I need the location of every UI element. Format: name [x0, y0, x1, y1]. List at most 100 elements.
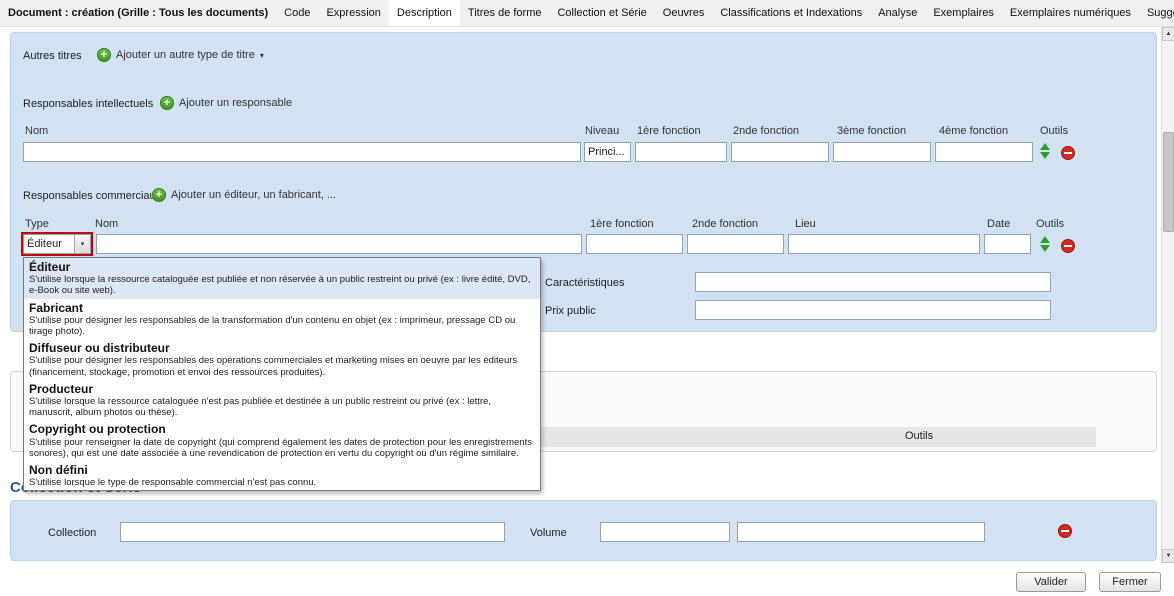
- tab-code[interactable]: Code: [276, 0, 318, 26]
- tab-titres-de-forme[interactable]: Titres de forme: [460, 0, 550, 26]
- add-responsable-label: Ajouter un responsable: [179, 97, 292, 109]
- tab-expression[interactable]: Expression: [318, 0, 388, 26]
- rc-lieu-input[interactable]: [788, 234, 980, 254]
- tab-collection-et-serie[interactable]: Collection et Série: [549, 0, 654, 26]
- dropdown-option-title: Producteur: [29, 383, 535, 396]
- add-editeur-label: Ajouter un éditeur, un fabricant, ...: [171, 189, 336, 201]
- rc-type-select[interactable]: Éditeur ▾: [23, 234, 91, 254]
- prix-public-input[interactable]: [695, 300, 1051, 320]
- dropdown-option-desc: S'utilise lorsque la ressource catalogué…: [29, 396, 535, 418]
- move-up-icon[interactable]: [1040, 143, 1050, 150]
- ri-col-header-nom: Nom: [25, 125, 48, 137]
- scrollbar-thumb[interactable]: [1163, 132, 1174, 232]
- tab-classifications[interactable]: Classifications et Indexations: [712, 0, 870, 26]
- outils-column-header: Outils: [905, 430, 933, 442]
- ri-2nde-fonction-input[interactable]: [731, 142, 829, 162]
- tab-analyse[interactable]: Analyse: [870, 0, 925, 26]
- prix-public-label: Prix public: [545, 305, 596, 317]
- dropdown-option-title: Copyright ou protection: [29, 423, 535, 436]
- ri-col-header-outils: Outils: [1040, 125, 1068, 137]
- tab-document-creation[interactable]: Document : création (Grille : Tous les d…: [0, 0, 276, 26]
- move-down-icon[interactable]: [1040, 245, 1050, 252]
- dropdown-option-diffuseur[interactable]: Diffuseur ou distributeur S'utilise pour…: [24, 339, 540, 380]
- ri-col-header-niveau: Niveau: [585, 125, 619, 137]
- add-title-type-button[interactable]: + Ajouter un autre type de titre ▾: [97, 48, 264, 62]
- dropdown-option-desc: S'utilise pour désigner les responsables…: [29, 355, 535, 377]
- top-tab-bar: Document : création (Grille : Tous les d…: [0, 0, 1174, 27]
- ri-remove-row-button[interactable]: [1061, 146, 1075, 160]
- collection-label: Collection: [48, 527, 96, 539]
- vertical-scrollbar[interactable]: ▲ ▼: [1161, 27, 1174, 563]
- collection-input[interactable]: [120, 522, 505, 542]
- scroll-up-button[interactable]: ▲: [1162, 27, 1174, 41]
- rc-col-header-type: Type: [25, 218, 49, 230]
- serie-input[interactable]: [737, 522, 985, 542]
- move-down-icon[interactable]: [1040, 152, 1050, 159]
- tab-exemplaires-numeriques[interactable]: Exemplaires numériques: [1002, 0, 1139, 26]
- select-caret-icon: ▾: [74, 235, 90, 253]
- ri-1ere-fonction-input[interactable]: [635, 142, 727, 162]
- rc-col-header-2nde-fonction: 2nde fonction: [692, 218, 758, 230]
- rc-col-header-1ere-fonction: 1ère fonction: [590, 218, 654, 230]
- resp-intellectuels-label: Responsables intellectuels: [23, 98, 153, 110]
- rc-type-value: Éditeur: [24, 235, 74, 253]
- rc-move-row-control[interactable]: [1040, 236, 1050, 252]
- rc-remove-row-button[interactable]: [1061, 239, 1075, 253]
- ri-move-row-control[interactable]: [1040, 143, 1050, 159]
- tab-suggestions[interactable]: Suggestions: [1139, 0, 1174, 26]
- valider-button[interactable]: Valider: [1016, 572, 1086, 592]
- ri-col-header-4eme-fonction: 4ème fonction: [939, 125, 1008, 137]
- move-up-icon[interactable]: [1040, 236, 1050, 243]
- dropdown-option-desc: S'utilise pour désigner les responsables…: [29, 315, 535, 337]
- dropdown-option-title: Diffuseur ou distributeur: [29, 342, 535, 355]
- add-plus-icon: +: [160, 96, 174, 110]
- ri-niveau-value: Princi...: [585, 143, 630, 161]
- add-title-type-label: Ajouter un autre type de titre: [116, 49, 255, 61]
- caracteristiques-input[interactable]: [695, 272, 1051, 292]
- add-plus-icon: +: [97, 48, 111, 62]
- rc-col-header-date: Date: [987, 218, 1010, 230]
- dropdown-option-desc: S'utilise lorsque le type de responsable…: [29, 477, 535, 488]
- minus-icon: [1064, 152, 1072, 154]
- ri-nom-input[interactable]: [23, 142, 581, 162]
- dropdown-option-copyright[interactable]: Copyright ou protection S'utilise pour r…: [24, 420, 540, 461]
- resp-commerciaux-label: Responsables commerciaux: [23, 190, 161, 202]
- rc-col-header-nom: Nom: [95, 218, 118, 230]
- tab-oeuvres[interactable]: Oeuvres: [655, 0, 713, 26]
- tab-description[interactable]: Description: [389, 0, 460, 26]
- chevron-down-icon: ▾: [260, 51, 264, 60]
- dropdown-option-desc: S'utilise pour renseigner la date de cop…: [29, 437, 535, 459]
- tab-exemplaires[interactable]: Exemplaires: [925, 0, 1002, 26]
- add-plus-icon: +: [152, 188, 166, 202]
- volume-input[interactable]: [600, 522, 730, 542]
- ri-col-header-3eme-fonction: 3ème fonction: [837, 125, 906, 137]
- volume-label: Volume: [530, 527, 567, 539]
- dropdown-option-fabricant[interactable]: Fabricant S'utilise pour désigner les re…: [24, 299, 540, 340]
- dropdown-option-non-defini[interactable]: Non défini S'utilise lorsque le type de …: [24, 461, 540, 490]
- ri-niveau-select[interactable]: Princi...: [584, 142, 631, 162]
- dropdown-option-producteur[interactable]: Producteur S'utilise lorsque la ressourc…: [24, 380, 540, 421]
- dropdown-option-title: Éditeur: [29, 261, 535, 274]
- minus-icon: [1064, 245, 1072, 247]
- ri-3eme-fonction-input[interactable]: [833, 142, 931, 162]
- rc-1ere-fonction-input[interactable]: [586, 234, 683, 254]
- rc-2nde-fonction-input[interactable]: [687, 234, 784, 254]
- ri-4eme-fonction-input[interactable]: [935, 142, 1033, 162]
- fermer-button[interactable]: Fermer: [1099, 572, 1161, 592]
- scroll-down-button[interactable]: ▼: [1162, 549, 1174, 563]
- autres-titres-label: Autres titres: [23, 50, 82, 62]
- dropdown-option-title: Fabricant: [29, 302, 535, 315]
- rc-date-input[interactable]: [984, 234, 1031, 254]
- rc-col-header-lieu: Lieu: [795, 218, 816, 230]
- add-editeur-button[interactable]: + Ajouter un éditeur, un fabricant, ...: [152, 188, 336, 202]
- ri-col-header-1ere-fonction: 1ère fonction: [637, 125, 701, 137]
- remove-collection-button[interactable]: [1058, 524, 1072, 538]
- minus-icon: [1061, 530, 1069, 532]
- caracteristiques-label: Caractéristiques: [545, 277, 624, 289]
- dropdown-option-desc: S'utilise lorsque la ressource catalogué…: [29, 274, 535, 296]
- add-responsable-button[interactable]: + Ajouter un responsable: [160, 96, 292, 110]
- rc-nom-input[interactable]: [96, 234, 582, 254]
- dropdown-option-editeur[interactable]: Éditeur S'utilise lorsque la ressource c…: [24, 258, 540, 299]
- type-commercial-dropdown: Éditeur S'utilise lorsque la ressource c…: [23, 257, 541, 491]
- rc-col-header-outils: Outils: [1036, 218, 1064, 230]
